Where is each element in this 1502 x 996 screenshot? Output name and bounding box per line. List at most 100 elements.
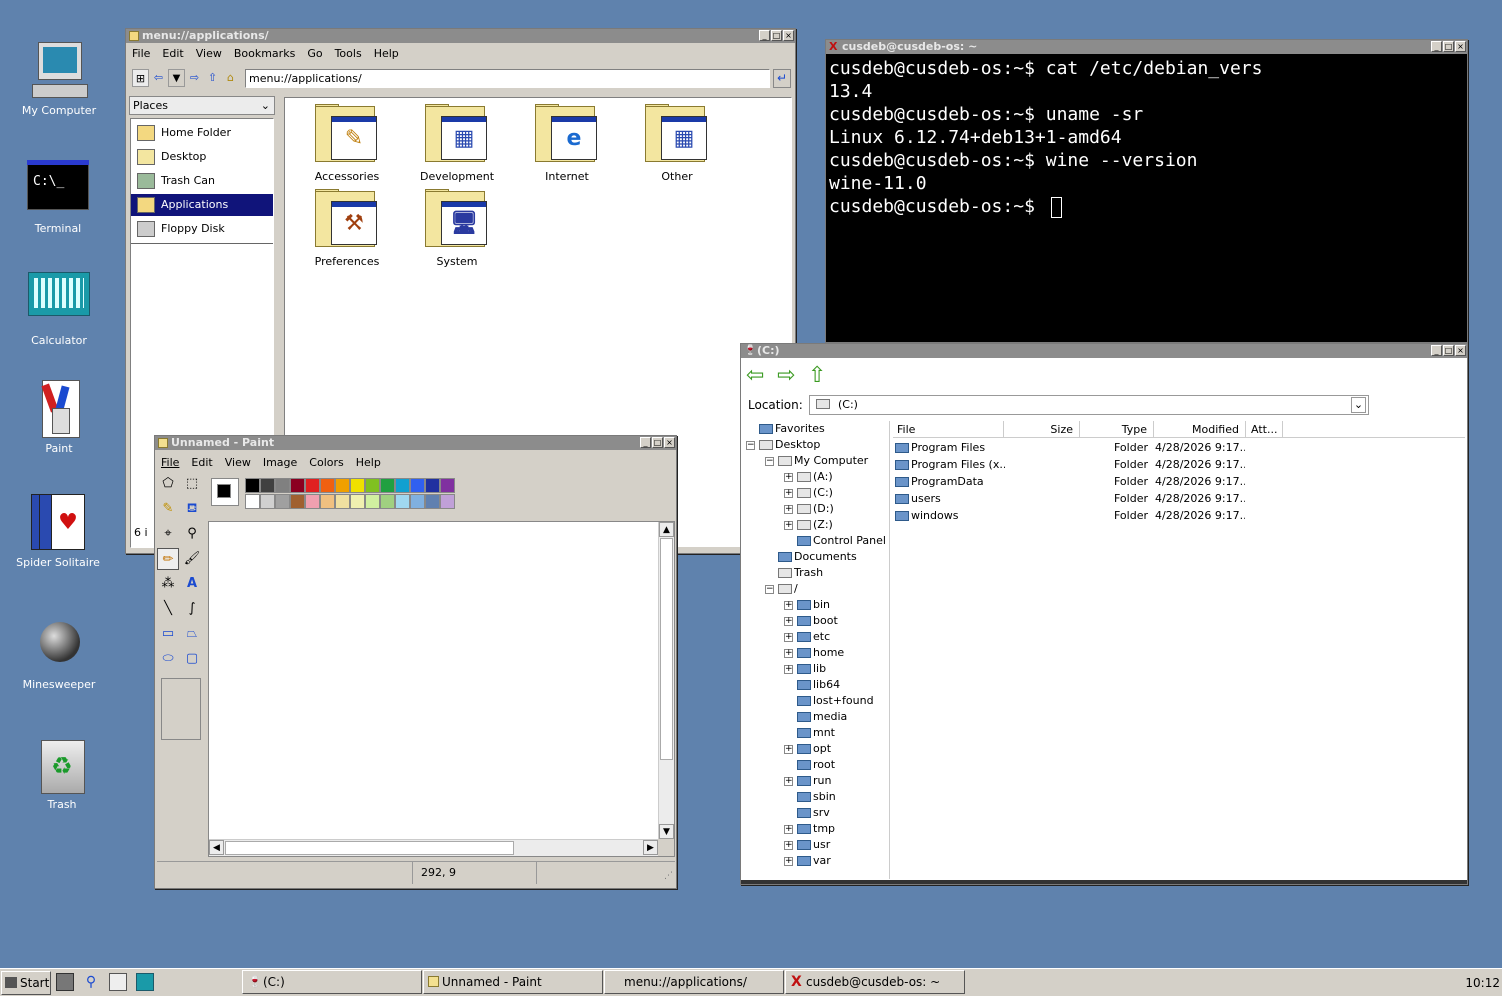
file-row[interactable]: Program Files (x... Folder 4/28/2026 9:17.…: [893, 456, 1465, 473]
polygon-tool-icon[interactable]: ⏢: [181, 623, 203, 645]
place-item[interactable]: Home Folder: [131, 122, 273, 144]
quicklaunch-paint-icon[interactable]: [109, 973, 127, 991]
color-swatch[interactable]: [305, 478, 320, 493]
tree-expander-icon[interactable]: +: [784, 600, 793, 610]
tree-node[interactable]: + tmp: [784, 821, 835, 837]
tree-node[interactable]: + var: [784, 853, 831, 869]
close-button[interactable]: ×: [1455, 345, 1466, 356]
task-button-file-manager[interactable]: menu://applications/: [604, 970, 784, 994]
color-swatch[interactable]: [320, 494, 335, 509]
tree-node[interactable]: + (C:): [784, 485, 833, 501]
color-swatch[interactable]: [380, 478, 395, 493]
ellipse-tool-icon[interactable]: ⬭: [157, 648, 179, 670]
desktop-icon-trash[interactable]: ♻ Trash: [12, 734, 112, 811]
color-picker-icon[interactable]: ⌖: [157, 523, 179, 545]
tree-node[interactable]: + bin: [784, 597, 830, 613]
terminal-output[interactable]: cusdeb@cusdeb-os:~$ cat /etc/debian_vers…: [829, 57, 1465, 340]
place-item[interactable]: Desktop: [131, 146, 273, 168]
tree-node[interactable]: +sbin: [784, 789, 836, 805]
up-arrow-icon[interactable]: ⇧: [204, 69, 221, 87]
color-swatch[interactable]: [350, 494, 365, 509]
color-swatch[interactable]: [335, 494, 350, 509]
place-item[interactable]: Floppy Disk: [131, 218, 273, 240]
color-swatch[interactable]: [395, 478, 410, 493]
tree-expander-icon[interactable]: −: [765, 584, 774, 594]
foreground-color[interactable]: [217, 484, 231, 498]
app-category-item[interactable]: ✎ Accessories: [297, 104, 397, 183]
vertical-scrollbar[interactable]: ▲ ▼: [658, 522, 674, 839]
current-colors[interactable]: [211, 478, 239, 506]
tree-node[interactable]: + (A:): [784, 469, 833, 485]
column-header-type[interactable]: Type: [1081, 421, 1154, 438]
text-tool-icon[interactable]: A: [181, 573, 203, 595]
color-swatch[interactable]: [365, 494, 380, 509]
menu-view[interactable]: View: [219, 456, 257, 469]
forward-arrow-icon[interactable]: ⇨: [777, 365, 799, 387]
go-button[interactable]: ↵: [773, 69, 791, 88]
task-button-terminal[interactable]: X cusdeb@cusdeb-os: ~: [785, 970, 965, 994]
color-swatch[interactable]: [425, 478, 440, 493]
line-tool-icon[interactable]: ╲: [157, 598, 179, 620]
tree-node[interactable]: + (D:): [784, 501, 834, 517]
menu-edit[interactable]: Edit: [185, 456, 218, 469]
tree-node[interactable]: + home: [784, 645, 844, 661]
menu-edit[interactable]: Edit: [156, 47, 189, 60]
color-swatch[interactable]: [245, 478, 260, 493]
minimize-button[interactable]: _: [1431, 41, 1442, 52]
new-window-icon[interactable]: ⊞: [132, 69, 149, 87]
tree-expander-icon[interactable]: +: [784, 632, 793, 642]
tree-node[interactable]: +mnt: [784, 725, 835, 741]
tree-node[interactable]: + (Z:): [784, 517, 833, 533]
close-button[interactable]: ×: [1455, 41, 1466, 52]
places-select[interactable]: Places ⌄: [129, 96, 275, 115]
minimize-button[interactable]: _: [1431, 345, 1442, 356]
tree-expander-icon[interactable]: +: [784, 488, 793, 498]
app-category-item[interactable]: e Internet: [517, 104, 617, 183]
close-button[interactable]: ×: [783, 30, 794, 41]
tree-expander-icon[interactable]: +: [784, 664, 793, 674]
tree-node[interactable]: +srv: [784, 805, 830, 821]
horizontal-scroll-thumb[interactable]: [225, 841, 514, 855]
tree-expander-icon[interactable]: +: [784, 744, 793, 754]
tree-node[interactable]: + usr: [784, 837, 830, 853]
tree-expander-icon[interactable]: +: [784, 472, 793, 482]
tree-node[interactable]: − My Computer: [765, 453, 868, 469]
column-header-attributes[interactable]: Att...: [1247, 421, 1283, 438]
color-swatch[interactable]: [440, 494, 455, 509]
app-category-item[interactable]: ▦ Development: [407, 104, 507, 183]
file-row[interactable]: ProgramData Folder 4/28/2026 9:17..: [893, 473, 1465, 490]
menu-help[interactable]: Help: [368, 47, 405, 60]
tree-node[interactable]: +lost+found: [784, 693, 874, 709]
file-row[interactable]: windows Folder 4/28/2026 9:17..: [893, 507, 1465, 524]
color-swatch[interactable]: [440, 478, 455, 493]
minimize-button[interactable]: _: [640, 437, 651, 448]
tree-node[interactable]: + run: [784, 773, 831, 789]
paint-titlebar[interactable]: Unnamed - Paint _ □ ×: [155, 436, 676, 450]
color-swatch[interactable]: [260, 478, 275, 493]
scroll-right-arrow-icon[interactable]: ▶: [643, 840, 658, 855]
tree-expander-icon[interactable]: +: [784, 520, 793, 530]
tree-node[interactable]: − /: [765, 581, 798, 597]
color-swatch[interactable]: [275, 478, 290, 493]
menu-view[interactable]: View: [190, 47, 228, 60]
color-swatch[interactable]: [425, 494, 440, 509]
free-select-icon[interactable]: ⬠: [157, 473, 179, 495]
menu-file[interactable]: File: [126, 47, 156, 60]
file-row[interactable]: Program Files Folder 4/28/2026 9:17..: [893, 439, 1465, 456]
tree-expander-icon[interactable]: +: [784, 776, 793, 786]
tree-node[interactable]: +root: [784, 757, 835, 773]
color-swatch[interactable]: [290, 494, 305, 509]
tree-node[interactable]: +Favorites: [746, 421, 825, 437]
tree-node[interactable]: +lib64: [784, 677, 840, 693]
tree-node[interactable]: + boot: [784, 613, 838, 629]
curve-tool-icon[interactable]: ∫: [181, 598, 203, 620]
color-swatch[interactable]: [395, 494, 410, 509]
tree-node[interactable]: +Control Panel: [784, 533, 886, 549]
eraser-icon[interactable]: ✎: [157, 498, 179, 520]
tool-options-box[interactable]: [161, 678, 201, 740]
menu-image[interactable]: Image: [257, 456, 303, 469]
tree-node[interactable]: +media: [784, 709, 847, 725]
vertical-scroll-thumb[interactable]: [660, 538, 673, 760]
color-swatch[interactable]: [305, 494, 320, 509]
maximize-button[interactable]: □: [771, 30, 782, 41]
